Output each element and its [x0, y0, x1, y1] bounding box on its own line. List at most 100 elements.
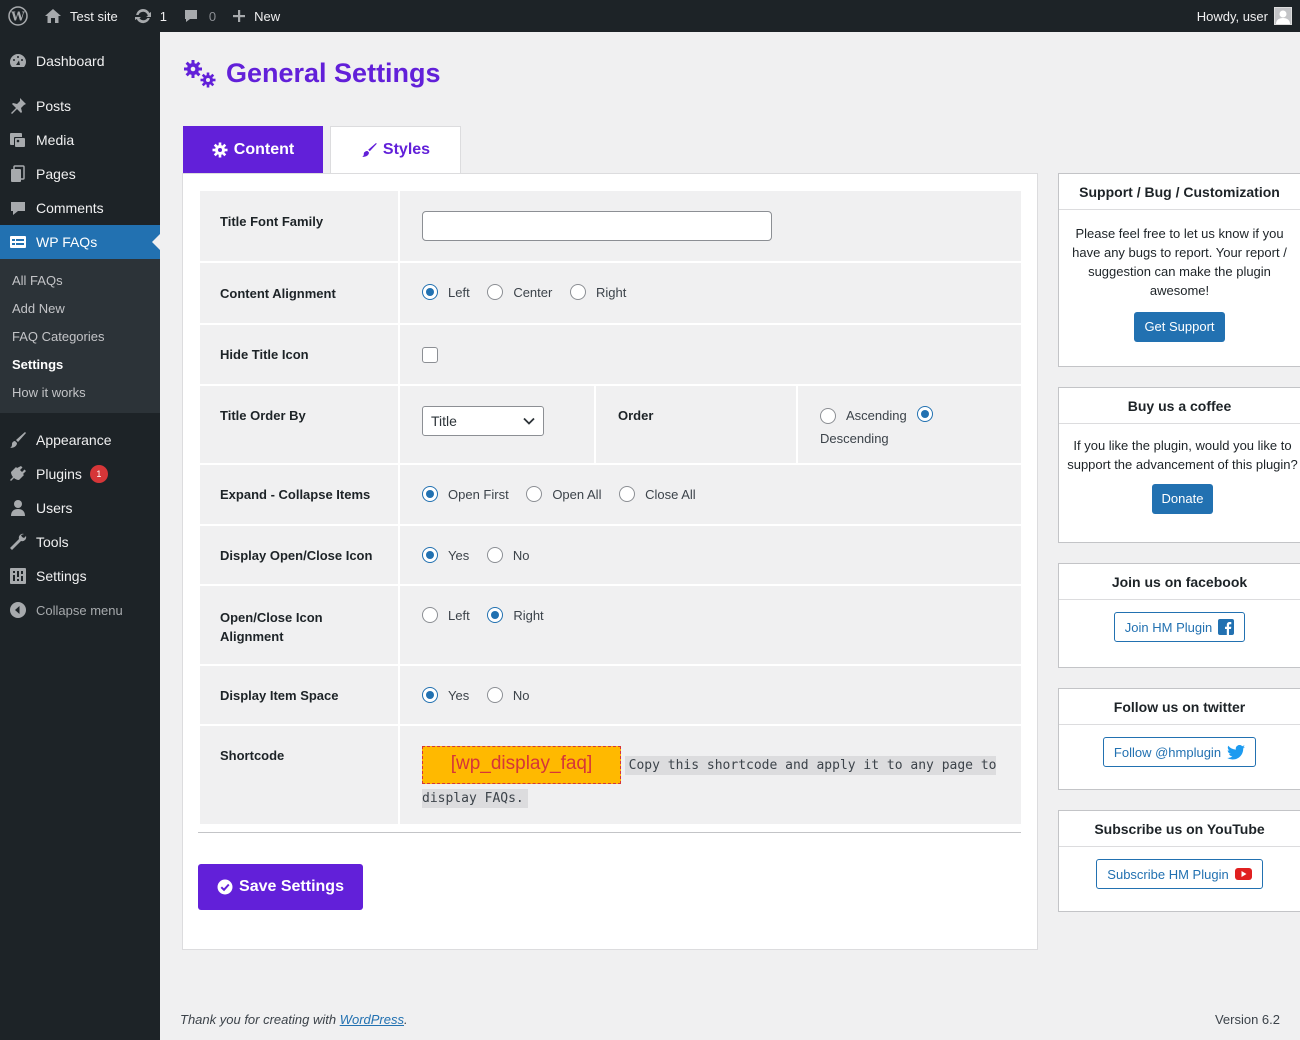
follow-twitter-button[interactable]: Follow @hmplugin — [1102, 737, 1257, 767]
radio-display-icon-no[interactable]: No — [486, 547, 529, 563]
wordpress-logo-icon[interactable]: W — [0, 0, 36, 32]
radio-button[interactable] — [619, 486, 636, 502]
subscribe-youtube-label: Subscribe HM Plugin — [1107, 866, 1229, 882]
row-expand-collapse: Expand - Collapse Items Open First Open … — [200, 463, 1021, 524]
row-content-alignment: Content Alignment Left Center Right — [200, 261, 1021, 323]
wordpress-link[interactable]: WordPress — [340, 1012, 404, 1027]
paintbrush-icon — [361, 142, 383, 158]
updates-count: 1 — [159, 8, 167, 24]
radio-button[interactable] — [422, 547, 438, 563]
radio-order-descending[interactable] — [916, 406, 943, 422]
widget-title: Support / Bug / Customization — [1059, 174, 1300, 210]
donate-button[interactable]: Donate — [1151, 484, 1214, 514]
row-title-font-family: Title Font Family — [200, 191, 1021, 261]
field-label: Display Item Space — [200, 666, 400, 724]
save-settings-button[interactable]: Save Settings — [198, 864, 363, 910]
new-content-link[interactable]: New — [224, 0, 288, 32]
sidebar-item-pages[interactable]: Pages — [0, 157, 160, 191]
sidebar-item-appearance[interactable]: Appearance — [0, 423, 160, 457]
widget-body: Join HM Plugin — [1059, 600, 1300, 654]
radio-label: Open First — [448, 486, 509, 502]
radio-button[interactable] — [422, 284, 438, 300]
sidebar-item-label: Posts — [36, 98, 72, 114]
tab-content[interactable]: Content — [183, 126, 323, 173]
widget-title: Buy us a coffee — [1059, 388, 1300, 424]
radio-button[interactable] — [916, 406, 933, 422]
join-facebook-button[interactable]: Join HM Plugin — [1113, 612, 1246, 642]
radio-close-all[interactable]: Close All — [619, 486, 696, 502]
site-name-link[interactable]: Test site — [36, 0, 126, 32]
hide-title-icon-checkbox[interactable] — [422, 347, 438, 363]
sidebar-item-dashboard[interactable]: Dashboard — [0, 44, 160, 78]
radio-button[interactable] — [422, 486, 438, 502]
my-account-link[interactable]: Howdy, user — [1197, 7, 1300, 25]
sidebar-item-users[interactable]: Users — [0, 491, 160, 525]
footer-version: Version 6.2 — [1214, 1012, 1280, 1027]
shortcode-box[interactable]: [wp_display_faq] — [422, 746, 621, 784]
sidebar-item-comments[interactable]: Comments — [0, 191, 160, 225]
svg-text:W: W — [10, 10, 25, 24]
get-support-button[interactable]: Get Support — [1134, 312, 1225, 342]
sidebar-item-label: WP FAQs — [36, 234, 98, 250]
radio-item-space-yes[interactable]: Yes — [422, 687, 469, 703]
plus-icon — [232, 9, 246, 23]
title-font-family-input[interactable] — [422, 211, 772, 241]
radio-icon-align-right[interactable]: Right — [487, 607, 544, 623]
sidebar-item-media[interactable]: Media — [0, 123, 160, 157]
wp-faqs-submenu: All FAQs Add New FAQ Categories Settings… — [0, 259, 160, 413]
radio-button[interactable] — [820, 407, 836, 424]
widget-text: Please feel free to let us know if you h… — [1072, 226, 1287, 298]
widget-body: Subscribe HM Plugin — [1059, 847, 1300, 901]
radio-alignment-right[interactable]: Right — [569, 284, 626, 300]
comments-link[interactable]: 0 — [175, 0, 224, 32]
pin-icon — [8, 96, 28, 116]
radio-label: Right — [513, 607, 544, 623]
title-order-by-select[interactable]: Title — [422, 406, 544, 436]
subscribe-youtube-button[interactable]: Subscribe HM Plugin — [1096, 859, 1263, 889]
radio-button[interactable] — [486, 547, 503, 563]
sidebar-item-wp-faqs[interactable]: WP FAQs — [0, 225, 160, 259]
home-icon — [44, 8, 62, 24]
submenu-item-how-it-works[interactable]: How it works — [0, 379, 160, 407]
sidebar-item-settings[interactable]: Settings — [0, 559, 160, 593]
radio-button[interactable] — [526, 486, 543, 502]
select-value: Title — [431, 413, 457, 429]
radio-display-icon-yes[interactable]: Yes — [422, 547, 469, 563]
radio-button[interactable] — [422, 687, 438, 703]
radio-alignment-left[interactable]: Left — [422, 284, 470, 300]
radio-button[interactable] — [487, 607, 504, 623]
tab-styles[interactable]: Styles — [330, 126, 461, 173]
youtube-icon — [1234, 868, 1252, 880]
radio-order-ascending[interactable]: Ascending — [820, 406, 907, 425]
order-label: Order — [598, 386, 798, 463]
radio-button[interactable] — [569, 284, 586, 300]
row-hide-title-icon: Hide Title Icon — [200, 323, 1021, 384]
widget-title: Join us on facebook — [1059, 564, 1300, 600]
radio-alignment-center[interactable]: Center — [487, 284, 552, 300]
updates-link[interactable]: 1 — [126, 0, 175, 32]
pages-icon — [8, 164, 28, 184]
field-value: Yes No — [402, 526, 1021, 584]
radio-label: Left — [448, 284, 470, 300]
radio-button[interactable] — [486, 687, 503, 703]
collapse-menu-button[interactable]: Collapse menu — [0, 593, 160, 627]
sidebar-item-posts[interactable]: Posts — [0, 89, 160, 123]
radio-button[interactable] — [487, 284, 504, 300]
check-circle-icon — [217, 879, 239, 895]
radio-button[interactable] — [422, 607, 438, 623]
submenu-item-add-new[interactable]: Add New — [0, 295, 160, 323]
comment-icon — [183, 8, 199, 24]
submenu-item-settings[interactable]: Settings — [0, 351, 160, 379]
sidebar-item-label: Appearance — [36, 432, 112, 448]
footer-thanks: Thank you for creating with WordPress. — [180, 1012, 408, 1027]
sidebar-item-tools[interactable]: Tools — [0, 525, 160, 559]
submenu-item-faq-categories[interactable]: FAQ Categories — [0, 323, 160, 351]
radio-open-first[interactable]: Open First — [422, 486, 509, 502]
radio-icon-align-left[interactable]: Left — [422, 607, 470, 623]
submenu-item-all-faqs[interactable]: All FAQs — [0, 267, 160, 295]
radio-open-all[interactable]: Open All — [526, 486, 601, 502]
widget-text: If you like the plugin, would you like t… — [1067, 438, 1298, 472]
sidebar-item-plugins[interactable]: Plugins 1 — [0, 457, 160, 491]
collapse-menu-label: Collapse menu — [36, 602, 123, 618]
radio-item-space-no[interactable]: No — [486, 687, 529, 703]
